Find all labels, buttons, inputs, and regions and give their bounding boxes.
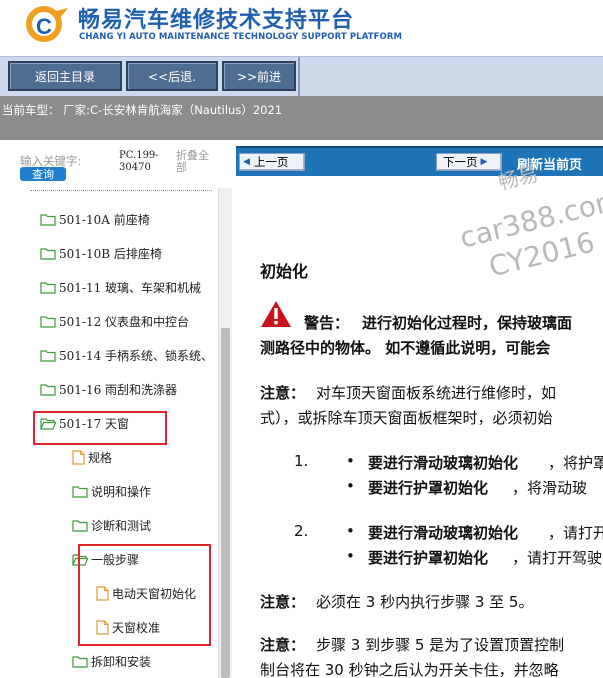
tree-item[interactable]: 501-12 仪表盘和中控台 xyxy=(40,310,189,332)
step-2a-rest: ，请打开 xyxy=(548,524,603,542)
section-heading: 初始化 xyxy=(260,262,309,281)
tree-scroll-thumb[interactable] xyxy=(221,328,230,678)
document-icon xyxy=(72,449,88,465)
step-1b-bold: 要进行护罩初始化 xyxy=(368,479,489,497)
tree-item[interactable]: 501-11 玻璃、车架和机械 xyxy=(40,276,201,298)
tree-item-label: 501-14 手柄系统、锁系统、 xyxy=(59,348,214,363)
tree-item-label: 诊断和测试 xyxy=(91,518,152,533)
note-1-line-1: 对车顶天窗面板系统进行维修时，如 xyxy=(316,384,557,402)
next-page-button[interactable]: 下一页 ▶ xyxy=(436,153,502,171)
arrow-right-icon: ▶ xyxy=(480,157,488,167)
folder-icon xyxy=(40,213,59,226)
folder-icon xyxy=(72,519,91,532)
step-1a-rest: ，将护罩 xyxy=(548,454,603,472)
content-panel: ◀ 上一页 下一页 ▶ 刷新当前页 畅易 car388.com CY2016 初… xyxy=(236,140,603,678)
step-1a-bold: 要进行滑动玻璃初始化 xyxy=(368,454,519,472)
note-3-line-2: 制台将在 30 秒钟之后认为开关卡住，并忽略 xyxy=(260,661,559,678)
folder-icon xyxy=(40,315,59,328)
highlight-box-sunroof xyxy=(33,411,167,445)
folder-icon xyxy=(40,349,59,362)
tree-item[interactable]: 诊断和测试 xyxy=(72,514,151,536)
warning-icon xyxy=(261,301,291,327)
collapse-all-button[interactable]: 折叠全部 xyxy=(176,150,216,174)
step-1-number: 1. xyxy=(294,452,309,470)
tree-item-label: 说明和操作 xyxy=(91,484,152,499)
document-code: PC.199-30470 xyxy=(119,150,159,173)
warning-line-2: 测路径中的物体。 如不遵循此说明，可能会 xyxy=(260,339,551,357)
tree-item-label: 拆卸和安装 xyxy=(91,654,152,669)
folder-icon xyxy=(72,655,91,668)
folder-icon xyxy=(40,281,59,294)
prev-page-label: 上一页 xyxy=(253,155,289,169)
step-2b-bullet: • xyxy=(346,547,355,565)
tree-item[interactable]: 501-14 手柄系统、锁系统、 xyxy=(40,344,213,366)
note-1-line-2: 式），或拆除车顶天窗面板框架时，必须初始 xyxy=(260,409,553,427)
tree-item-label: 501-12 仪表盘和中控台 xyxy=(59,314,190,329)
tree-item[interactable]: 501-10B 后排座椅 xyxy=(40,242,162,264)
app-title: 畅易汽车维修技术支持平台 xyxy=(78,8,355,33)
step-2b-rest: ，请打开驾驶 xyxy=(512,549,603,567)
app-header: C 畅易汽车维修技术支持平台 CHANG YI AUTO MAINTENANCE… xyxy=(0,0,603,56)
tree-item-label: 501-16 雨刮和洗涤器 xyxy=(59,382,178,397)
home-button[interactable]: 返回主目录 xyxy=(8,61,122,91)
page-nav-bar: ◀ 上一页 下一页 ▶ 刷新当前页 xyxy=(236,146,603,176)
vehicle-bar: 当前车型： 厂家:C-长安林肯航海家（Nautilus）2021 xyxy=(0,96,603,140)
main-toolbar: 返回主目录 <<后退. >>前进 xyxy=(0,56,603,97)
folder-icon xyxy=(40,247,59,260)
tree-item-label: 501-10B 后排座椅 xyxy=(59,246,162,261)
tree-item[interactable]: 说明和操作 xyxy=(72,480,151,502)
tree-item[interactable]: 501-10A 前座椅 xyxy=(40,208,150,230)
forward-button[interactable]: >>前进 xyxy=(222,61,296,91)
note-3-label: 注意： xyxy=(260,636,306,654)
note-2-label: 注意： xyxy=(260,593,306,611)
note-3-line-1: 步骤 3 到步骤 5 是为了设置顶置控制 xyxy=(316,636,565,654)
step-1b-rest: ，将滑动玻 xyxy=(512,479,588,497)
tree-item-label: 501-10A 前座椅 xyxy=(59,212,150,227)
folder-icon xyxy=(40,383,59,396)
arrow-left-icon: ◀ xyxy=(243,157,250,167)
tree-item[interactable]: 501-16 雨刮和洗涤器 xyxy=(40,378,177,400)
logo-icon: C xyxy=(26,6,68,42)
back-button[interactable]: <<后退. xyxy=(126,61,218,91)
warning-line-1: 进行初始化过程时，保持玻璃面 xyxy=(362,314,573,332)
app-subtitle: CHANG YI AUTO MAINTENANCE TECHNOLOGY SUP… xyxy=(79,32,403,42)
next-page-label: 下一页 xyxy=(443,155,478,169)
note-2-text: 必须在 3 秒内执行步骤 3 至 5。 xyxy=(316,593,534,611)
tree-divider xyxy=(30,190,212,191)
toolbar-divider xyxy=(298,57,300,97)
tree-item[interactable]: 规格 xyxy=(72,446,112,468)
folder-icon xyxy=(72,485,91,498)
note-1-label: 注意： xyxy=(260,384,306,402)
warning-label: 警告： xyxy=(304,314,350,332)
tree-item-label: 规格 xyxy=(88,450,113,465)
highlight-box-procedures xyxy=(78,544,211,646)
step-1b-bullet: • xyxy=(346,477,355,495)
step-2a-bullet: • xyxy=(346,522,355,540)
step-2b-bold: 要进行护罩初始化 xyxy=(368,549,489,567)
search-button[interactable]: 查询 xyxy=(20,167,66,181)
vehicle-text: 当前车型： 厂家:C-长安林肯航海家（Nautilus）2021 xyxy=(2,103,283,117)
svg-text:C: C xyxy=(36,14,52,39)
prev-page-button[interactable]: ◀ 上一页 xyxy=(239,153,305,171)
step-2a-bold: 要进行滑动玻璃初始化 xyxy=(368,524,519,542)
search-area: 输入关键字: 查询 PC.199-30470 折叠全部 xyxy=(0,140,232,192)
step-2-number: 2. xyxy=(294,522,309,540)
tree-item-label: 501-11 玻璃、车架和机械 xyxy=(59,280,202,295)
tree-item[interactable]: 拆卸和安装 xyxy=(72,650,151,672)
navigation-panel: 输入关键字: 查询 PC.199-30470 折叠全部 501-10A 前座椅 5… xyxy=(0,140,232,678)
step-1a-bullet: • xyxy=(346,452,355,470)
